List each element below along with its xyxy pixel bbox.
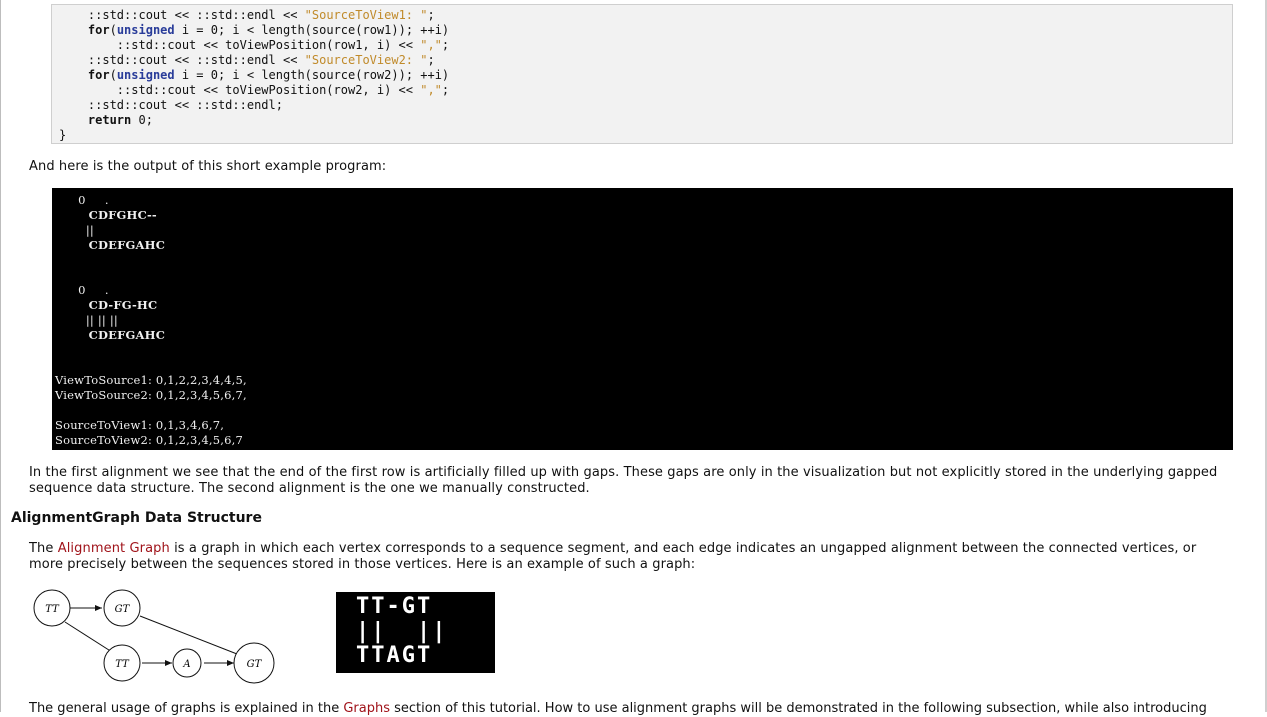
graphs-usage-paragraph: The general usage of graphs is explained… [29, 701, 1207, 717]
console-line: CDEFGAHC [55, 238, 166, 252]
graph-paragraph-pre: The [29, 541, 58, 556]
code-line: ::std::cout << ::std::endl << "SourceToV… [59, 53, 435, 68]
console-line: 0 . [55, 283, 109, 297]
code-token: for [87, 68, 110, 82]
console-line: || || || [55, 313, 119, 327]
code-token: for [87, 23, 110, 37]
code-token: unsigned [116, 23, 175, 37]
graph-node-label: TT [115, 659, 130, 670]
code-token: ::std::cout << ::std::endl << [87, 8, 305, 22]
code-token: i = 0; i < length(source(row1)); ++i) [174, 23, 450, 37]
graph-node-label: GT [115, 604, 131, 615]
console-line: ViewToSource2: 0,1,2,3,4,5,6,7, [55, 388, 247, 402]
graph-edge [139, 615, 238, 655]
graph-node-label: GT [247, 659, 263, 670]
graph-edge [64, 621, 113, 653]
code-token: ::std::cout << ::std::endl; [87, 98, 283, 112]
graphs-link[interactable]: Graphs [343, 701, 390, 716]
console-line: SourceToView1: 0,1,3,4,6,7, [55, 418, 225, 432]
section-heading: AlignmentGraph Data Structure [11, 510, 262, 526]
code-token: i = 0; i < length(source(row2)); ++i) [174, 68, 450, 82]
graphs-usage-pre: The general usage of graphs is explained… [29, 701, 344, 716]
code-token: ; [427, 53, 435, 67]
graphs-usage-post: section of this tutorial. How to use ali… [390, 701, 1207, 716]
graph-paragraph-line2: more precisely between the sequences sto… [29, 557, 696, 572]
window-frame-left [0, 0, 1, 712]
alignment-row-top: TT-GT [356, 594, 433, 619]
output-intro-text: And here is the output of this short exa… [29, 159, 387, 174]
graph-node-label: TT [45, 604, 60, 615]
code-token: ( [109, 68, 117, 82]
code-token: ; [441, 83, 450, 97]
console-line: CDEFGAHC [55, 328, 166, 342]
alignment-paragraph-line2: sequence data structure. The second alig… [29, 481, 590, 496]
console-output-block: 0 . CDFGHC-- || CDEFGAHC 0 . CD-FG-HC ||… [52, 188, 1233, 450]
code-token: ::std::cout << ::std::endl << [87, 53, 305, 67]
graph-paragraph-line1: The Alignment Graph is a graph in which … [29, 541, 1196, 557]
code-token: 0; [131, 113, 153, 127]
graph-node-label: A [182, 659, 190, 670]
code-line: return 0; [59, 113, 153, 128]
code-line: ::std::cout << toViewPosition(row1, i) <… [59, 38, 449, 53]
code-line: ::std::cout << ::std::endl << "SourceToV… [59, 8, 435, 23]
code-token: ( [109, 23, 117, 37]
graph-paragraph-post: is a graph in which each vertex correspo… [169, 541, 1197, 556]
code-token: "," [420, 38, 442, 52]
code-token: ; [427, 8, 435, 22]
code-token: "," [420, 83, 442, 97]
console-line: || [55, 223, 94, 237]
code-token: ; [441, 38, 450, 52]
code-token: unsigned [116, 68, 175, 82]
code-line: for(unsigned i = 0; i < length(source(ro… [59, 68, 449, 83]
code-token: "SourceToView2: " [304, 53, 428, 67]
code-token: ::std::cout << toViewPosition(row1, i) <… [116, 38, 421, 52]
code-line: for(unsigned i = 0; i < length(source(ro… [59, 23, 449, 38]
console-line: SourceToView2: 0,1,2,3,4,5,6,7 [55, 433, 244, 447]
alignment-paragraph-line1: In the first alignment we see that the e… [29, 465, 1218, 480]
page: ::std::cout << ::std::endl << "SourceToV… [0, 0, 1267, 716]
code-token: "SourceToView1: " [304, 8, 428, 22]
alignment-graph-diagram: TT GT TT A GT [33, 589, 275, 684]
console-line: CD-FG-HC [55, 298, 158, 312]
code-token: return [87, 113, 132, 127]
code-line: } [59, 128, 66, 143]
code-token: ::std::cout << toViewPosition(row2, i) <… [116, 83, 421, 97]
console-line: ViewToSource1: 0,1,2,2,3,4,4,5, [55, 373, 247, 387]
alignment-image: TT-GT || || TTAGT [336, 592, 495, 673]
alignment-row-match: || || [356, 619, 448, 644]
console-line: 0 . [55, 193, 109, 207]
code-token: } [59, 128, 67, 142]
console-line: CDFGHC-- [55, 208, 157, 222]
code-block: ::std::cout << ::std::endl << "SourceToV… [51, 4, 1233, 144]
code-line: ::std::cout << toViewPosition(row2, i) <… [59, 83, 449, 98]
code-line: ::std::cout << ::std::endl; [59, 98, 283, 113]
alignment-graph-link[interactable]: Alignment Graph [58, 541, 170, 556]
alignment-row-bottom: TTAGT [356, 643, 433, 668]
